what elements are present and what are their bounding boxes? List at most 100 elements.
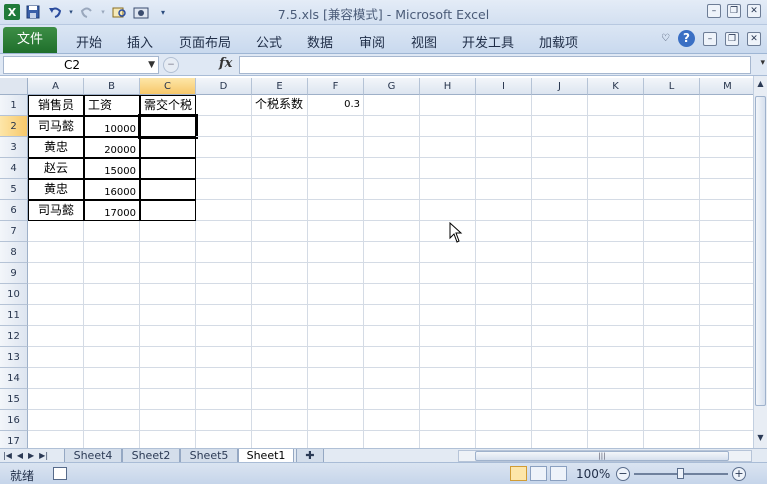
cell-i15[interactable] (476, 389, 532, 410)
row-header-6[interactable]: 6 (0, 200, 28, 221)
cell-c4[interactable] (140, 158, 196, 179)
cell-c14[interactable] (140, 368, 196, 389)
cell-a12[interactable] (28, 326, 84, 347)
cell-k17[interactable] (588, 431, 644, 448)
cell-j9[interactable] (532, 263, 588, 284)
cell-j15[interactable] (532, 389, 588, 410)
prev-sheet-icon[interactable]: ◀ (17, 449, 23, 462)
cell-m13[interactable] (700, 347, 753, 368)
scroll-up-icon[interactable]: ▲ (755, 78, 766, 90)
tab-formulas[interactable]: 公式 (256, 32, 282, 51)
cell-d2[interactable] (196, 116, 252, 137)
cell-f14[interactable] (308, 368, 364, 389)
row-header-13[interactable]: 13 (0, 347, 28, 368)
cell-e13[interactable] (252, 347, 308, 368)
cell-m10[interactable] (700, 284, 753, 305)
cell-e17[interactable] (252, 431, 308, 448)
cell-k11[interactable] (588, 305, 644, 326)
cell-f11[interactable] (308, 305, 364, 326)
workbook-restore-button[interactable]: ❐ (725, 31, 739, 46)
last-sheet-icon[interactable]: ▶| (39, 449, 48, 462)
cell-f17[interactable] (308, 431, 364, 448)
cell-g12[interactable] (364, 326, 420, 347)
cell-c12[interactable] (140, 326, 196, 347)
cell-j3[interactable] (532, 137, 588, 158)
cell-b2[interactable]: 10000 (84, 116, 140, 137)
cell-b1[interactable]: 工资 (84, 95, 140, 116)
cell-h13[interactable] (420, 347, 476, 368)
worksheet-grid[interactable]: A B C D E F G H I J K L M 1 销售员 工资 需交个税 个税系数 0.3 2 司马懿 10000 3… (0, 78, 753, 448)
cell-e14[interactable] (252, 368, 308, 389)
row-header-15[interactable]: 15 (0, 389, 28, 410)
horizontal-scrollbar[interactable]: ||| (458, 450, 752, 462)
cell-m11[interactable] (700, 305, 753, 326)
cell-l9[interactable] (644, 263, 700, 284)
cell-f9[interactable] (308, 263, 364, 284)
cell-b4[interactable]: 15000 (84, 158, 140, 179)
cell-h14[interactable] (420, 368, 476, 389)
cell-m2[interactable] (700, 116, 753, 137)
scroll-down-icon[interactable]: ▼ (755, 432, 766, 444)
cell-f15[interactable] (308, 389, 364, 410)
cell-a15[interactable] (28, 389, 84, 410)
row-header-3[interactable]: 3 (0, 137, 28, 158)
column-header-g[interactable]: G (364, 78, 420, 95)
cell-e1[interactable]: 个税系数 (252, 95, 308, 116)
cell-e8[interactable] (252, 242, 308, 263)
cell-h8[interactable] (420, 242, 476, 263)
cell-c3[interactable] (140, 137, 196, 158)
cell-h4[interactable] (420, 158, 476, 179)
name-box-dropdown-icon[interactable]: ▼ (148, 57, 155, 73)
cell-b16[interactable] (84, 410, 140, 431)
cell-m9[interactable] (700, 263, 753, 284)
cell-m3[interactable] (700, 137, 753, 158)
cell-j16[interactable] (532, 410, 588, 431)
cell-g14[interactable] (364, 368, 420, 389)
help-icon[interactable]: ? (678, 30, 695, 47)
cell-g5[interactable] (364, 179, 420, 200)
ribbon-collapse-icon[interactable]: ♡ (661, 33, 670, 44)
cell-e5[interactable] (252, 179, 308, 200)
sheet-tab-sheet2[interactable]: Sheet2 (122, 449, 180, 463)
cell-h16[interactable] (420, 410, 476, 431)
cell-g10[interactable] (364, 284, 420, 305)
tab-insert[interactable]: 插入 (127, 32, 153, 51)
cell-g8[interactable] (364, 242, 420, 263)
cell-l2[interactable] (644, 116, 700, 137)
cell-g1[interactable] (364, 95, 420, 116)
column-header-e[interactable]: E (252, 78, 308, 95)
cell-d10[interactable] (196, 284, 252, 305)
cell-a2[interactable]: 司马懿 (28, 116, 84, 137)
zoom-slider-thumb[interactable] (677, 468, 684, 479)
cell-m6[interactable] (700, 200, 753, 221)
cell-e7[interactable] (252, 221, 308, 242)
column-header-a[interactable]: A (28, 78, 84, 95)
cell-i1[interactable] (476, 95, 532, 116)
cell-h11[interactable] (420, 305, 476, 326)
cell-g15[interactable] (364, 389, 420, 410)
cell-k9[interactable] (588, 263, 644, 284)
cell-e2[interactable] (252, 116, 308, 137)
cell-j6[interactable] (532, 200, 588, 221)
cell-k13[interactable] (588, 347, 644, 368)
cell-e10[interactable] (252, 284, 308, 305)
cell-j1[interactable] (532, 95, 588, 116)
row-header-8[interactable]: 8 (0, 242, 28, 263)
cell-f10[interactable] (308, 284, 364, 305)
cell-e15[interactable] (252, 389, 308, 410)
macro-record-icon[interactable] (53, 467, 67, 480)
cell-a7[interactable] (28, 221, 84, 242)
cell-g2[interactable] (364, 116, 420, 137)
cell-i3[interactable] (476, 137, 532, 158)
tab-developer[interactable]: 开发工具 (462, 32, 514, 51)
page-break-view-icon[interactable] (550, 466, 567, 481)
restore-button[interactable]: ❐ (727, 4, 741, 18)
cell-f4[interactable] (308, 158, 364, 179)
cell-m12[interactable] (700, 326, 753, 347)
cell-k12[interactable] (588, 326, 644, 347)
cell-l5[interactable] (644, 179, 700, 200)
zoom-level[interactable]: 100% (576, 467, 610, 481)
cell-i7[interactable] (476, 221, 532, 242)
cell-f7[interactable] (308, 221, 364, 242)
cell-e11[interactable] (252, 305, 308, 326)
